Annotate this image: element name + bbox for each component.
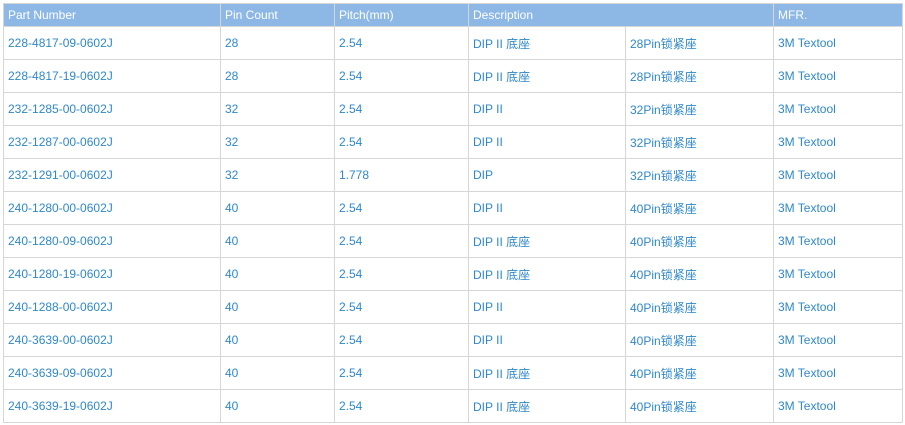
cell-mfr: 3M Textool <box>773 356 903 390</box>
cell-pitch: 2.54 <box>334 26 469 60</box>
cell-pitch: 2.54 <box>334 389 469 423</box>
cell-part-number: 232-1287-00-0602J <box>3 125 221 159</box>
cell-pin-count: 40 <box>220 290 335 324</box>
cell-mfr: 3M Textool <box>773 191 903 225</box>
cell-mfr: 3M Textool <box>773 290 903 324</box>
cell-mfr: 3M Textool <box>773 158 903 192</box>
cell-pin-count: 32 <box>220 92 335 126</box>
cell-description: DIP II <box>468 92 626 126</box>
cell-pin-count: 32 <box>220 125 335 159</box>
cell-pin-count: 40 <box>220 224 335 258</box>
cell-description: DIP II 底座 <box>468 224 626 258</box>
cell-mfr: 3M Textool <box>773 257 903 291</box>
table-row[interactable]: 228-4817-19-0602J 28 2.54 DIP II 底座 28Pin锁紧座… <box>3 59 903 93</box>
cell-description: DIP II <box>468 323 626 357</box>
cell-part-number: 240-3639-19-0602J <box>3 389 221 423</box>
cell-pitch: 2.54 <box>334 125 469 159</box>
cell-pitch: 2.54 <box>334 356 469 390</box>
cell-mfr: 3M Textool <box>773 125 903 159</box>
table-row[interactable]: 240-1280-09-0602J 40 2.54 DIP II 底座 40Pin锁紧座… <box>3 224 903 258</box>
table-row[interactable]: 232-1287-00-0602J 32 2.54 DIP II 32Pin锁紧座 3M … <box>3 125 903 159</box>
cell-description: DIP II <box>468 125 626 159</box>
cell-mfr: 3M Textool <box>773 59 903 93</box>
cell-description: DIP II <box>468 290 626 324</box>
table-row[interactable]: 240-3639-00-0602J 40 2.54 DIP II 40Pin锁紧座 3M … <box>3 323 903 357</box>
cell-description-detail: 40Pin锁紧座 <box>625 257 774 291</box>
cell-description-detail: 28Pin锁紧座 <box>625 26 774 60</box>
header-pin-count: Pin Count <box>220 3 335 27</box>
cell-description-detail: 32Pin锁紧座 <box>625 158 774 192</box>
table-row[interactable]: 232-1285-00-0602J 32 2.54 DIP II 32Pin锁紧座 3M … <box>3 92 903 126</box>
header-description: Description <box>468 3 774 27</box>
cell-description-detail: 32Pin锁紧座 <box>625 125 774 159</box>
cell-mfr: 3M Textool <box>773 389 903 423</box>
cell-mfr: 3M Textool <box>773 92 903 126</box>
cell-pin-count: 40 <box>220 323 335 357</box>
cell-part-number: 240-1280-09-0602J <box>3 224 221 258</box>
cell-pitch: 2.54 <box>334 257 469 291</box>
cell-description: DIP II 底座 <box>468 389 626 423</box>
cell-description: DIP <box>468 158 626 192</box>
cell-description-detail: 28Pin锁紧座 <box>625 59 774 93</box>
cell-pin-count: 28 <box>220 26 335 60</box>
header-pitch: Pitch(mm) <box>334 3 469 27</box>
table-row[interactable]: 240-3639-09-0602J 40 2.54 DIP II 底座 40Pin锁紧座… <box>3 356 903 390</box>
cell-part-number: 228-4817-19-0602J <box>3 59 221 93</box>
table-row[interactable]: 240-1288-00-0602J 40 2.54 DIP II 40Pin锁紧座 3M … <box>3 290 903 324</box>
cell-pin-count: 40 <box>220 257 335 291</box>
cell-part-number: 232-1285-00-0602J <box>3 92 221 126</box>
table-row[interactable]: 228-4817-09-0602J 28 2.54 DIP II 底座 28Pin锁紧座… <box>3 26 903 60</box>
header-mfr: MFR. <box>773 3 903 27</box>
cell-description-detail: 40Pin锁紧座 <box>625 191 774 225</box>
cell-part-number: 232-1291-00-0602J <box>3 158 221 192</box>
cell-description-detail: 40Pin锁紧座 <box>625 389 774 423</box>
cell-pin-count: 32 <box>220 158 335 192</box>
cell-pitch: 2.54 <box>334 290 469 324</box>
cell-pin-count: 40 <box>220 389 335 423</box>
table-row[interactable]: 240-3639-19-0602J 40 2.54 DIP II 底座 40Pin锁紧座… <box>3 389 903 423</box>
cell-pin-count: 28 <box>220 59 335 93</box>
cell-description: DIP II 底座 <box>468 59 626 93</box>
table-body: 228-4817-09-0602J 28 2.54 DIP II 底座 28Pin锁紧座… <box>3 26 903 423</box>
cell-description: DIP II 底座 <box>468 26 626 60</box>
cell-description-detail: 40Pin锁紧座 <box>625 356 774 390</box>
table-row[interactable]: 232-1291-00-0602J 32 1.778 DIP 32Pin锁紧座 3M Te… <box>3 158 903 192</box>
cell-part-number: 240-1280-00-0602J <box>3 191 221 225</box>
cell-pitch: 2.54 <box>334 323 469 357</box>
cell-part-number: 240-3639-00-0602J <box>3 323 221 357</box>
cell-pin-count: 40 <box>220 191 335 225</box>
table-row[interactable]: 240-1280-19-0602J 40 2.54 DIP II 底座 40Pin锁紧座… <box>3 257 903 291</box>
cell-pin-count: 40 <box>220 356 335 390</box>
cell-description: DIP II <box>468 191 626 225</box>
cell-mfr: 3M Textool <box>773 323 903 357</box>
cell-part-number: 228-4817-09-0602J <box>3 26 221 60</box>
cell-part-number: 240-3639-09-0602J <box>3 356 221 390</box>
cell-description: DIP II 底座 <box>468 257 626 291</box>
cell-pitch: 2.54 <box>334 224 469 258</box>
cell-pitch: 2.54 <box>334 191 469 225</box>
parts-table: Part Number Pin Count Pitch(mm) Descript… <box>3 3 903 423</box>
cell-pitch: 2.54 <box>334 59 469 93</box>
cell-description-detail: 40Pin锁紧座 <box>625 224 774 258</box>
cell-mfr: 3M Textool <box>773 224 903 258</box>
cell-pitch: 2.54 <box>334 92 469 126</box>
cell-description-detail: 32Pin锁紧座 <box>625 92 774 126</box>
cell-description-detail: 40Pin锁紧座 <box>625 323 774 357</box>
cell-part-number: 240-1288-00-0602J <box>3 290 221 324</box>
cell-part-number: 240-1280-19-0602J <box>3 257 221 291</box>
cell-pitch: 1.778 <box>334 158 469 192</box>
cell-mfr: 3M Textool <box>773 26 903 60</box>
header-part-number: Part Number <box>3 3 221 27</box>
cell-description-detail: 40Pin锁紧座 <box>625 290 774 324</box>
cell-description: DIP II 底座 <box>468 356 626 390</box>
table-header-row: Part Number Pin Count Pitch(mm) Descript… <box>3 3 903 27</box>
table-row[interactable]: 240-1280-00-0602J 40 2.54 DIP II 40Pin锁紧座 3M … <box>3 191 903 225</box>
